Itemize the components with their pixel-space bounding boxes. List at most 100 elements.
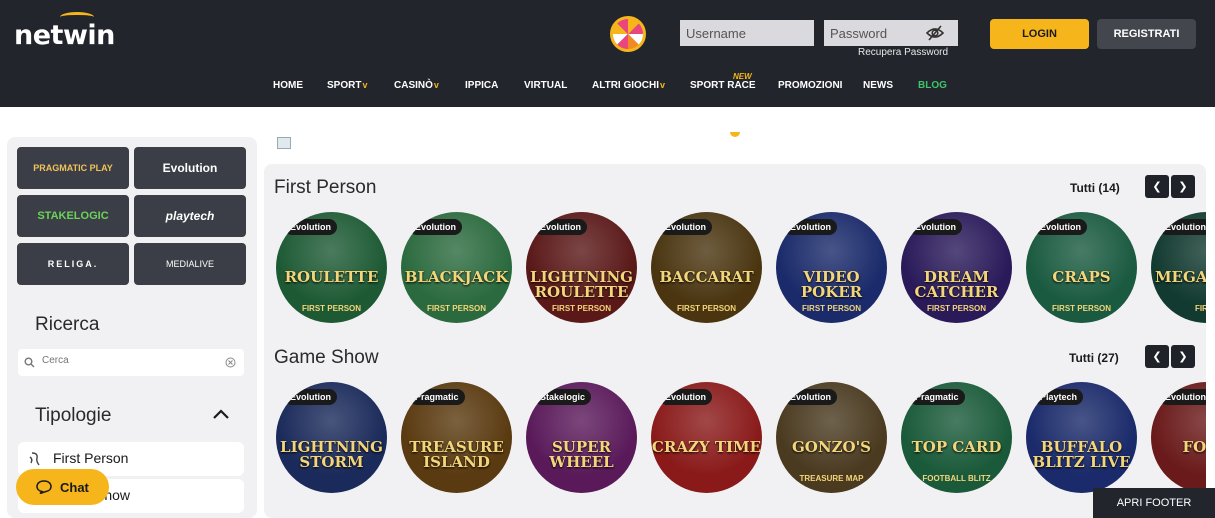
game-tile-roulette[interactable]: Evolution ROULETTE FIRST PERSON [276, 212, 387, 323]
open-footer-button[interactable]: APRI FOOTER [1093, 488, 1215, 518]
chevron-down-icon: v [433, 80, 439, 90]
nav-altri-giochi[interactable]: ALTRI GIOCHIv [592, 80, 665, 91]
provider-badge: Evolution [659, 219, 712, 235]
game-tile-gonzo-s[interactable]: Evolution GONZO'S TREASURE MAP [776, 382, 887, 493]
game-title: ROULETTE [284, 268, 379, 286]
game-title: LIGHTNING STORM [280, 438, 383, 471]
game-subtitle: FIRST PERSON [551, 304, 612, 313]
provider-religa[interactable]: RELIGA. [17, 243, 129, 285]
game-subtitle: FOOTBALL BLITZ [922, 474, 991, 483]
nav-sport-label: SPORT [327, 80, 362, 91]
provider-stakelogic[interactable]: STAKELOGIC [17, 195, 129, 237]
nav-ippica[interactable]: IPPICA [465, 80, 498, 91]
nav-sport-race[interactable]: SPORT RACE [690, 80, 756, 91]
provider-medialive[interactable]: MEDIALIVE [134, 243, 246, 285]
game-title: MEGA BALL [1154, 268, 1206, 286]
search-heading: Ricerca [35, 314, 100, 335]
register-button[interactable]: REGISTRATI [1097, 19, 1196, 49]
netwin-logo[interactable]: netwin [14, 20, 115, 51]
game-tile-buffalo-blitz-live[interactable]: Playtech BUFFALO BLITZ LIVE [1026, 382, 1137, 493]
next-arrow-button[interactable]: ❯ [1171, 175, 1195, 198]
game-tile-craps[interactable]: Evolution CRAPS FIRST PERSON [1026, 212, 1137, 323]
provider-badge: Evolution [1034, 219, 1087, 235]
game-subtitle: FIRST PERSON [1051, 304, 1112, 313]
game-title: TREASURE ISLAND [409, 438, 504, 471]
main-nav: HOME SPORTv CASINÒv IPPICA VIRTUAL ALTRI… [0, 72, 1215, 98]
game-tile-top-card[interactable]: Pragmatic TOP CARD FOOTBALL BLITZ [901, 382, 1012, 493]
search-icon [24, 357, 35, 368]
provider-playtech[interactable]: playtech [134, 195, 246, 237]
search-box [18, 349, 244, 376]
game-tile-super-wheel[interactable]: Stakelogic SUPER WHEEL [526, 382, 637, 493]
game-tile-dream-catcher[interactable]: Evolution DREAM CATCHER FIRST PERSON [901, 212, 1012, 323]
games-panel: First Person Tutti (14) ❮ ❯ Evolution ROU… [264, 164, 1206, 518]
provider-badge: Evolution [784, 219, 837, 235]
provider-badge: Evolution [659, 389, 712, 405]
nav-home-label: HOME [273, 80, 303, 91]
first-person-icon [29, 452, 40, 466]
game-tile-blackjack[interactable]: Evolution BLACKJACK FIRST PERSON [401, 212, 512, 323]
recover-password-link[interactable]: Recupera Password [858, 47, 948, 58]
game-tile-lightning-storm[interactable]: Evolution LIGHTNING STORM [276, 382, 387, 493]
chevron-right-icon: ❯ [1178, 350, 1188, 363]
game-tile-video-poker[interactable]: Evolution VIDEO POKER FIRST PERSON [776, 212, 887, 323]
chat-button[interactable]: Chat [16, 469, 109, 505]
game-subtitle: FIRST PERSON [676, 304, 737, 313]
nav-promozioni-label: PROMOZIONI [778, 80, 843, 91]
logo-swoosh-icon [60, 12, 94, 22]
next-arrow-button[interactable]: ❯ [1171, 345, 1195, 368]
chevron-up-icon[interactable] [212, 407, 230, 421]
game-title: DREAM CATCHER [914, 268, 999, 301]
game-tile-treasure-island[interactable]: Pragmatic TREASURE ISLAND [401, 382, 512, 493]
type-label: First Person [53, 450, 129, 466]
carousel-indicator[interactable] [730, 132, 740, 137]
game-title: SUPER WHEEL [549, 438, 614, 471]
nav-casino-label: CASINÒ [394, 80, 433, 91]
view-all-game-show[interactable]: Tutti (27) [1069, 351, 1119, 365]
section-title-game-show: Game Show [274, 347, 379, 368]
chevron-left-icon: ❮ [1152, 180, 1162, 193]
game-tile-crazy-time[interactable]: Evolution CRAZY TIME [651, 382, 762, 493]
username-field[interactable] [680, 20, 814, 46]
game-tile-foot[interactable]: Evolution FOOT [1151, 382, 1206, 493]
login-button[interactable]: LOGIN [990, 19, 1089, 49]
provider-badge: Evolution [284, 219, 337, 235]
nav-home[interactable]: HOME [273, 80, 303, 91]
prev-arrow-button[interactable]: ❮ [1145, 175, 1169, 198]
game-tile-mega-ball[interactable]: Evolution MEGA BALL FIRST [1151, 212, 1206, 323]
search-input[interactable] [42, 355, 212, 366]
nav-altri-label: ALTRI GIOCHI [592, 80, 660, 91]
game-title: CRAZY TIME [651, 438, 762, 456]
game-tile-baccarat[interactable]: Evolution BACCARAT FIRST PERSON [651, 212, 762, 323]
provider-badge: Evolution [534, 219, 587, 235]
game-title: VIDEO POKER [800, 268, 863, 301]
prev-arrow-button[interactable]: ❮ [1145, 345, 1169, 368]
game-subtitle: FIRST [1194, 304, 1206, 313]
nav-news[interactable]: NEWS [863, 80, 893, 91]
nav-blog[interactable]: BLOG [918, 80, 947, 91]
provider-evolution[interactable]: Evolution [134, 147, 246, 189]
provider-pragmatic-play[interactable]: PRAGMATIC PLAY [17, 147, 129, 189]
nav-virtual[interactable]: VIRTUAL [524, 80, 567, 91]
provider-badge: Evolution [909, 219, 962, 235]
provider-badge: Evolution [1159, 219, 1206, 235]
provider-badge: Evolution [784, 389, 837, 405]
typologies-heading: Tipologie [35, 405, 112, 426]
nav-sportrace-label: SPORT RACE [690, 80, 756, 91]
game-subtitle: FIRST PERSON [926, 304, 987, 313]
provider-badge: Stakelogic [534, 389, 592, 405]
nav-news-label: NEWS [863, 80, 893, 91]
game-title: LIGHTNING ROULETTE [530, 268, 633, 301]
game-title: TOP CARD [911, 438, 1002, 456]
nav-casino[interactable]: CASINÒv [394, 80, 439, 91]
game-tile-lightning-roulette[interactable]: Evolution LIGHTNING ROULETTE FIRST PERSON [526, 212, 637, 323]
view-all-first-person[interactable]: Tutti (14) [1070, 181, 1120, 195]
chevron-down-icon: v [660, 80, 666, 90]
fortune-wheel-icon[interactable] [610, 16, 646, 52]
eye-off-icon[interactable] [926, 25, 944, 41]
nav-promozioni[interactable]: PROMOZIONI [778, 80, 842, 91]
chat-bubble-icon [36, 480, 52, 494]
clear-icon[interactable] [225, 357, 236, 368]
section-title-first-person: First Person [274, 177, 377, 198]
nav-sport[interactable]: SPORTv [327, 80, 367, 91]
